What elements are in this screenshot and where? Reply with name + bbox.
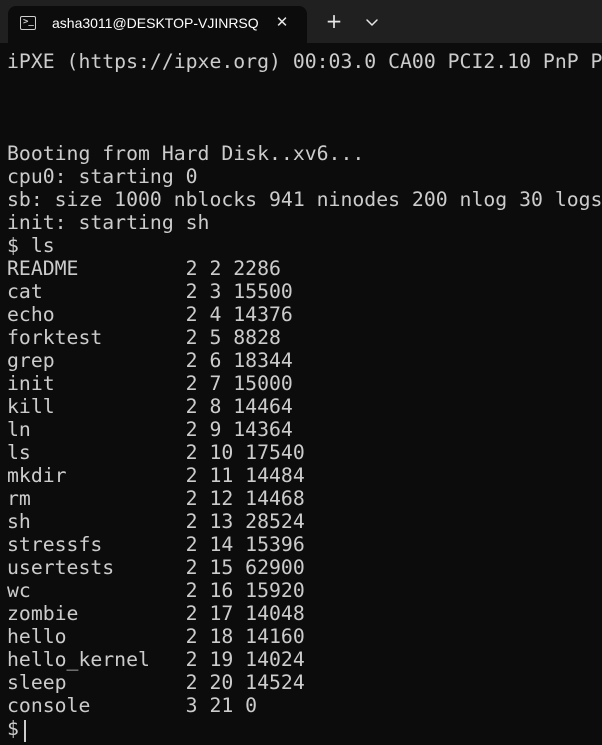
chevron-down-icon[interactable] (360, 10, 384, 34)
terminal-line: hello_kernel 2 19 14024 (7, 648, 305, 671)
title-bar: >_ asha3011@DESKTOP-VJINRSQ ✕ + (0, 0, 602, 43)
terminal-line: mkdir 2 11 14484 (7, 464, 305, 487)
terminal-line: Booting from Hard Disk..xv6... (7, 142, 365, 165)
terminal-line: sh 2 13 28524 (7, 510, 305, 533)
terminal-line: $ ls (7, 234, 55, 257)
terminal-line: hello 2 18 14160 (7, 625, 305, 648)
terminal-line: init 2 7 15000 (7, 372, 293, 395)
terminal-line: ls 2 10 17540 (7, 441, 305, 464)
terminal-line: kill 2 8 14464 (7, 395, 293, 418)
terminal-line: stressfs 2 14 15396 (7, 533, 305, 556)
terminal-icon: >_ (20, 16, 36, 30)
terminal-output[interactable]: iPXE (https://ipxe.org) 00:03.0 CA00 PCI… (7, 50, 602, 745)
terminal-line: sleep 2 20 14524 (7, 671, 305, 694)
terminal-line: cat 2 3 15500 (7, 280, 293, 303)
terminal-line: $ (7, 717, 31, 740)
tab-title: asha3011@DESKTOP-VJINRSQ (52, 15, 259, 31)
text-cursor (24, 720, 26, 742)
terminal-line: sb: size 1000 nblocks 941 ninodes 200 nl… (7, 188, 602, 211)
close-tab-icon[interactable]: ✕ (272, 12, 292, 32)
terminal-line: init: starting sh (7, 211, 210, 234)
terminal-line: usertests 2 15 62900 (7, 556, 305, 579)
terminal-line: console 3 21 0 (7, 694, 258, 717)
terminal-line: echo 2 4 14376 (7, 303, 293, 326)
tab-terminal[interactable]: >_ asha3011@DESKTOP-VJINRSQ ✕ (8, 6, 307, 43)
terminal-line: forktest 2 5 8828 (7, 326, 281, 349)
terminal-window: >_ asha3011@DESKTOP-VJINRSQ ✕ + iPXE (ht… (0, 0, 602, 745)
terminal-line: zombie 2 17 14048 (7, 602, 305, 625)
terminal-line: rm 2 12 14468 (7, 487, 305, 510)
terminal-line: cpu0: starting 0 (7, 165, 198, 188)
new-tab-button[interactable]: + (322, 10, 346, 34)
terminal-line: grep 2 6 18344 (7, 349, 293, 372)
terminal-line: iPXE (https://ipxe.org) 00:03.0 CA00 PCI… (7, 50, 602, 73)
terminal-line: wc 2 16 15920 (7, 579, 305, 602)
terminal-line: ln 2 9 14364 (7, 418, 293, 441)
terminal-line: README 2 2 2286 (7, 257, 281, 280)
